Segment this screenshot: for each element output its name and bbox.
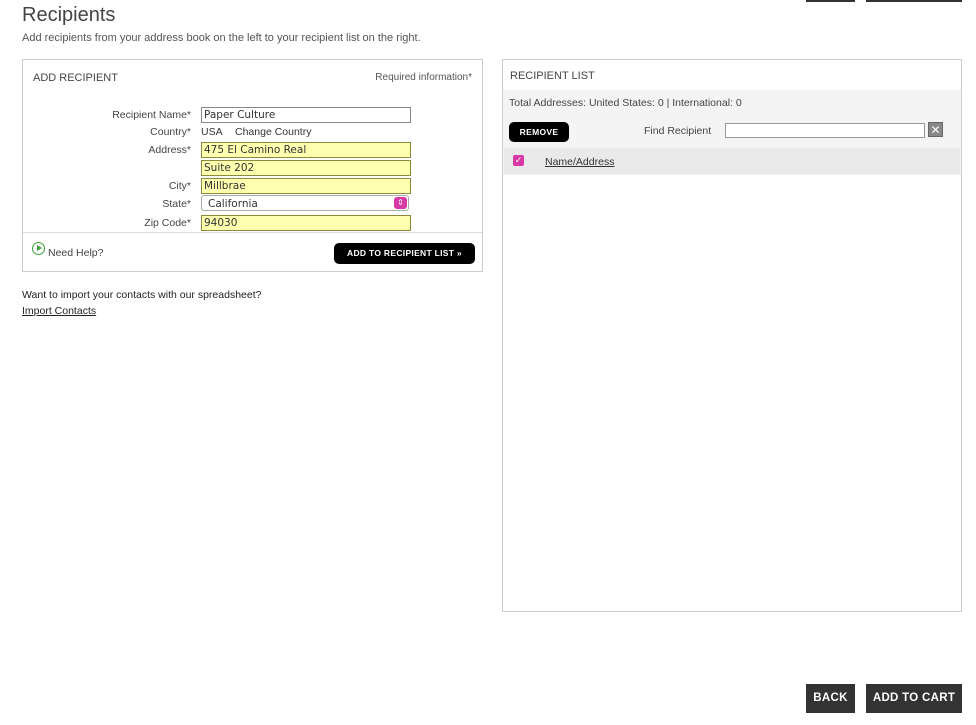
city-field[interactable]: Millbrae [201, 178, 411, 194]
import-question: Want to import your contacts with our sp… [22, 289, 262, 301]
clear-search-icon[interactable]: ✕ [928, 122, 943, 137]
country-label: Country* [150, 126, 191, 138]
add-recipient-heading: ADD RECIPIENT [33, 72, 118, 84]
import-contacts-link[interactable]: Import Contacts [22, 305, 96, 317]
address-label: Address* [148, 144, 191, 156]
panel-divider [23, 232, 482, 233]
recipient-name-label: Recipient Name* [112, 109, 191, 121]
recipient-name-field[interactable]: Paper Culture [201, 107, 411, 123]
city-label: City* [168, 180, 191, 192]
total-addresses-text: Total Addresses: United States: 0 | Inte… [509, 97, 742, 109]
country-value: USA [201, 126, 223, 138]
recipient-list-panel: RECIPIENT LIST Total Addresses: United S… [502, 59, 962, 612]
name-address-column-header[interactable]: Name/Address [545, 156, 614, 168]
find-recipient-input[interactable] [725, 123, 925, 138]
remove-button[interactable]: REMOVE [509, 122, 569, 142]
page-subtitle: Add recipients from your address book on… [22, 32, 421, 44]
address-line2-field[interactable]: Suite 202 [201, 160, 411, 176]
state-label: State* [162, 198, 191, 210]
state-select-value: California [208, 198, 258, 210]
zip-field[interactable]: 94030 [201, 215, 411, 231]
add-recipient-panel: ADD RECIPIENT Required information* Reci… [22, 59, 483, 272]
change-country-link[interactable]: Change Country [235, 126, 311, 138]
need-help-link[interactable]: Need Help? [48, 247, 103, 259]
add-to-recipient-list-button[interactable]: ADD TO RECIPIENT LIST » [334, 243, 475, 264]
page-title: Recipients [22, 4, 116, 26]
zip-label: Zip Code* [144, 217, 191, 229]
required-info-note: Required information* [375, 72, 472, 83]
top-back-button-stub[interactable] [806, 0, 855, 2]
state-select[interactable]: California ⇕ [201, 195, 409, 211]
find-recipient-label: Find Recipient [644, 125, 712, 137]
recipient-list-header: ✓ Name/Address [504, 148, 960, 174]
address-line1-field[interactable]: 475 El Camino Real [201, 142, 411, 158]
add-to-cart-button[interactable]: ADD TO CART [866, 684, 962, 713]
top-add-to-cart-stub[interactable] [866, 0, 962, 2]
play-circle-icon[interactable] [32, 242, 45, 255]
back-button[interactable]: BACK [806, 684, 855, 713]
select-arrows-icon: ⇕ [394, 197, 407, 209]
recipient-list-heading: RECIPIENT LIST [510, 70, 595, 82]
select-all-checkbox[interactable]: ✓ [513, 155, 524, 166]
